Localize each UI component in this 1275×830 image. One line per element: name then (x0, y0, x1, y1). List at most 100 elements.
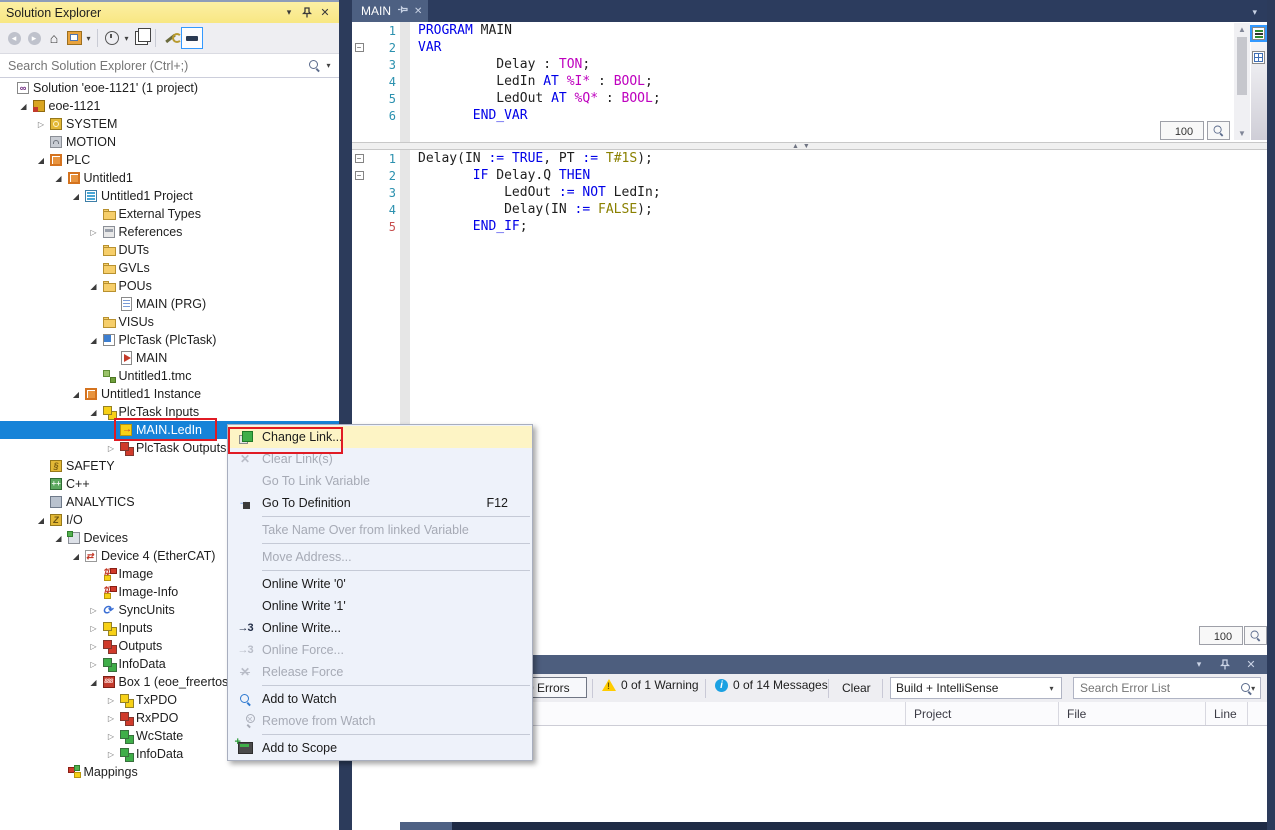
error-list-search-input[interactable] (1074, 681, 1241, 695)
text-view-icon[interactable] (1252, 27, 1265, 40)
declaration-zoom-magnifier-button[interactable] (1207, 121, 1230, 140)
filter-dropdown[interactable]: Build + IntelliSense ▾ (890, 677, 1062, 699)
tree-item-eoe-1121[interactable]: ◢eoe-1121 (0, 97, 339, 115)
expander-collapsed-icon[interactable]: ▷ (103, 732, 119, 741)
forward-icon[interactable]: ▸ (25, 29, 43, 47)
editor-splitter[interactable]: ▲▼ (352, 142, 1267, 150)
fold-collapse-icon[interactable]: − (352, 154, 366, 163)
expander-collapsed-icon[interactable]: ▷ (103, 750, 119, 759)
sync-with-active-document-icon[interactable] (132, 29, 150, 47)
pin-icon[interactable] (1217, 657, 1233, 673)
window-menu-chevron-icon[interactable]: ▾ (281, 5, 297, 21)
declaration-scrollbar[interactable]: ▲ ▼ (1234, 23, 1250, 140)
tree-item-duts[interactable]: DUTs (0, 241, 339, 259)
tree-item-pous[interactable]: ◢POUs (0, 277, 339, 295)
expander-expanded-icon[interactable]: ◢ (86, 336, 102, 345)
expander-collapsed-icon[interactable]: ▷ (86, 606, 102, 615)
code-line[interactable]: −2VAR (352, 39, 1267, 56)
fold-collapse-icon[interactable]: − (352, 43, 366, 52)
implementation-zoom-input[interactable] (1200, 628, 1246, 647)
expander-collapsed-icon[interactable]: ▷ (86, 660, 102, 669)
properties-wrench-icon[interactable] (161, 29, 179, 47)
search-options-chevron-icon[interactable]: ▾ (324, 61, 333, 70)
pin-icon[interactable] (299, 5, 315, 21)
tree-item-mappings[interactable]: Mappings (0, 763, 339, 781)
tree-item-plctask-plctask[interactable]: ◢PlcTask (PlcTask) (0, 331, 339, 349)
tab-main[interactable]: MAIN ✕ (352, 0, 428, 22)
tree-item-untitled1-instance[interactable]: ◢Untitled1 Instance (0, 385, 339, 403)
column-line[interactable]: Line (1205, 702, 1247, 725)
expander-expanded-icon[interactable]: ◢ (68, 192, 84, 201)
close-icon[interactable]: ✕ (317, 5, 333, 21)
preview-selected-items-button[interactable] (181, 27, 203, 49)
search-input[interactable] (0, 59, 309, 73)
tree-item-references[interactable]: ▷References (0, 223, 339, 241)
messages-filter-button[interactable]: i 0 of 14 Messages (715, 678, 828, 692)
tree-item-plc[interactable]: ◢PLC (0, 151, 339, 169)
expander-collapsed-icon[interactable]: ▷ (103, 696, 119, 705)
history-filter-icon[interactable] (103, 29, 121, 47)
splitter-arrows-icon[interactable]: ▲▼ (792, 143, 814, 150)
tree-item-system[interactable]: ▷SYSTEM (0, 115, 339, 133)
fold-collapse-icon[interactable]: − (352, 171, 366, 180)
expander-collapsed-icon[interactable]: ▷ (33, 120, 49, 129)
code-line[interactable]: 4 LedIn AT %I* : BOOL; (352, 73, 1267, 90)
expander-collapsed-icon[interactable]: ▷ (86, 624, 102, 633)
expander-expanded-icon[interactable]: ◢ (68, 552, 84, 561)
expander-expanded-icon[interactable]: ◢ (33, 156, 49, 165)
scrollbar-thumb[interactable] (1237, 37, 1247, 95)
code-line[interactable]: −2 IF Delay.Q THEN (352, 167, 1267, 184)
tree-item-plctask-inputs[interactable]: ◢PlcTask Inputs (0, 403, 339, 421)
tree-item-gvls[interactable]: GVLs (0, 259, 339, 277)
search-options-chevron-icon[interactable]: ▾ (1250, 684, 1256, 693)
tree-item-untitled1-tmc[interactable]: Untitled1.tmc (0, 367, 339, 385)
declaration-editor[interactable]: 1PROGRAM MAIN−2VAR3 Delay : TON;4 LedIn … (352, 22, 1267, 142)
expander-expanded-icon[interactable]: ◢ (86, 408, 102, 417)
tab-pin-icon[interactable] (397, 5, 408, 18)
code-line[interactable]: 5 END_IF; (352, 218, 1267, 235)
column-file[interactable]: File (1058, 702, 1205, 725)
tree-item-solution-eoe-1121-1-project[interactable]: ∞Solution 'eoe-1121' (1 project) (0, 79, 339, 97)
home-icon[interactable]: ⌂ (45, 29, 63, 47)
tab-list-chevron-icon[interactable]: ▾ (1252, 7, 1257, 18)
expander-collapsed-icon[interactable]: ▷ (86, 642, 102, 651)
code-line[interactable]: 3 LedOut := NOT LedIn; (352, 184, 1267, 201)
expander-collapsed-icon[interactable]: ▷ (103, 714, 119, 723)
implementation-zoom-magnifier-button[interactable] (1244, 626, 1267, 645)
tree-item-visus[interactable]: VISUs (0, 313, 339, 331)
tab-close-icon[interactable]: ✕ (414, 6, 422, 17)
declaration-zoom-input[interactable] (1161, 123, 1207, 142)
table-view-icon[interactable] (1252, 51, 1265, 64)
code-line[interactable]: 6 END_VAR (352, 107, 1267, 124)
menu-item-add-to-scope[interactable]: Add to Scope (228, 737, 532, 759)
tree-item-main-prg[interactable]: MAIN (PRG) (0, 295, 339, 313)
close-icon[interactable]: ✕ (1243, 657, 1259, 673)
menu-item-online-write-0[interactable]: Online Write '0' (228, 573, 532, 595)
clear-button[interactable]: Clear (842, 681, 871, 695)
menu-item-go-to-definition[interactable]: Go To DefinitionF12 (228, 492, 532, 514)
warnings-filter-button[interactable]: 0 of 1 Warning (602, 678, 699, 692)
code-line[interactable]: 4 Delay(IN := FALSE); (352, 201, 1267, 218)
expander-expanded-icon[interactable]: ◢ (86, 282, 102, 291)
menu-item-change-link[interactable]: Change Link... (228, 426, 532, 448)
tree-item-untitled1[interactable]: ◢Untitled1 (0, 169, 339, 187)
tree-item-external-types[interactable]: External Types (0, 205, 339, 223)
search-icon[interactable] (309, 60, 320, 71)
tree-item-motion[interactable]: MOTION (0, 133, 339, 151)
collapse-all-chevron-icon[interactable]: ▾ (84, 34, 93, 43)
code-line[interactable]: 5 LedOut AT %Q* : BOOL; (352, 90, 1267, 107)
code-line[interactable]: 3 Delay : TON; (352, 56, 1267, 73)
window-menu-chevron-icon[interactable]: ▾ (1191, 657, 1207, 673)
expander-expanded-icon[interactable]: ◢ (51, 534, 67, 543)
expander-expanded-icon[interactable]: ◢ (51, 174, 67, 183)
expander-expanded-icon[interactable]: ◢ (86, 678, 102, 687)
column-project[interactable]: Project (905, 702, 1058, 725)
menu-item-add-to-watch[interactable]: Add to Watch (228, 688, 532, 710)
tree-item-main[interactable]: MAIN (0, 349, 339, 367)
back-icon[interactable]: ◂ (5, 29, 23, 47)
expander-expanded-icon[interactable]: ◢ (68, 390, 84, 399)
expander-expanded-icon[interactable]: ◢ (33, 516, 49, 525)
history-filter-chevron-icon[interactable]: ▾ (122, 34, 131, 43)
expander-expanded-icon[interactable]: ◢ (16, 102, 32, 111)
horizontal-scrollbar-thumb[interactable] (400, 822, 452, 830)
